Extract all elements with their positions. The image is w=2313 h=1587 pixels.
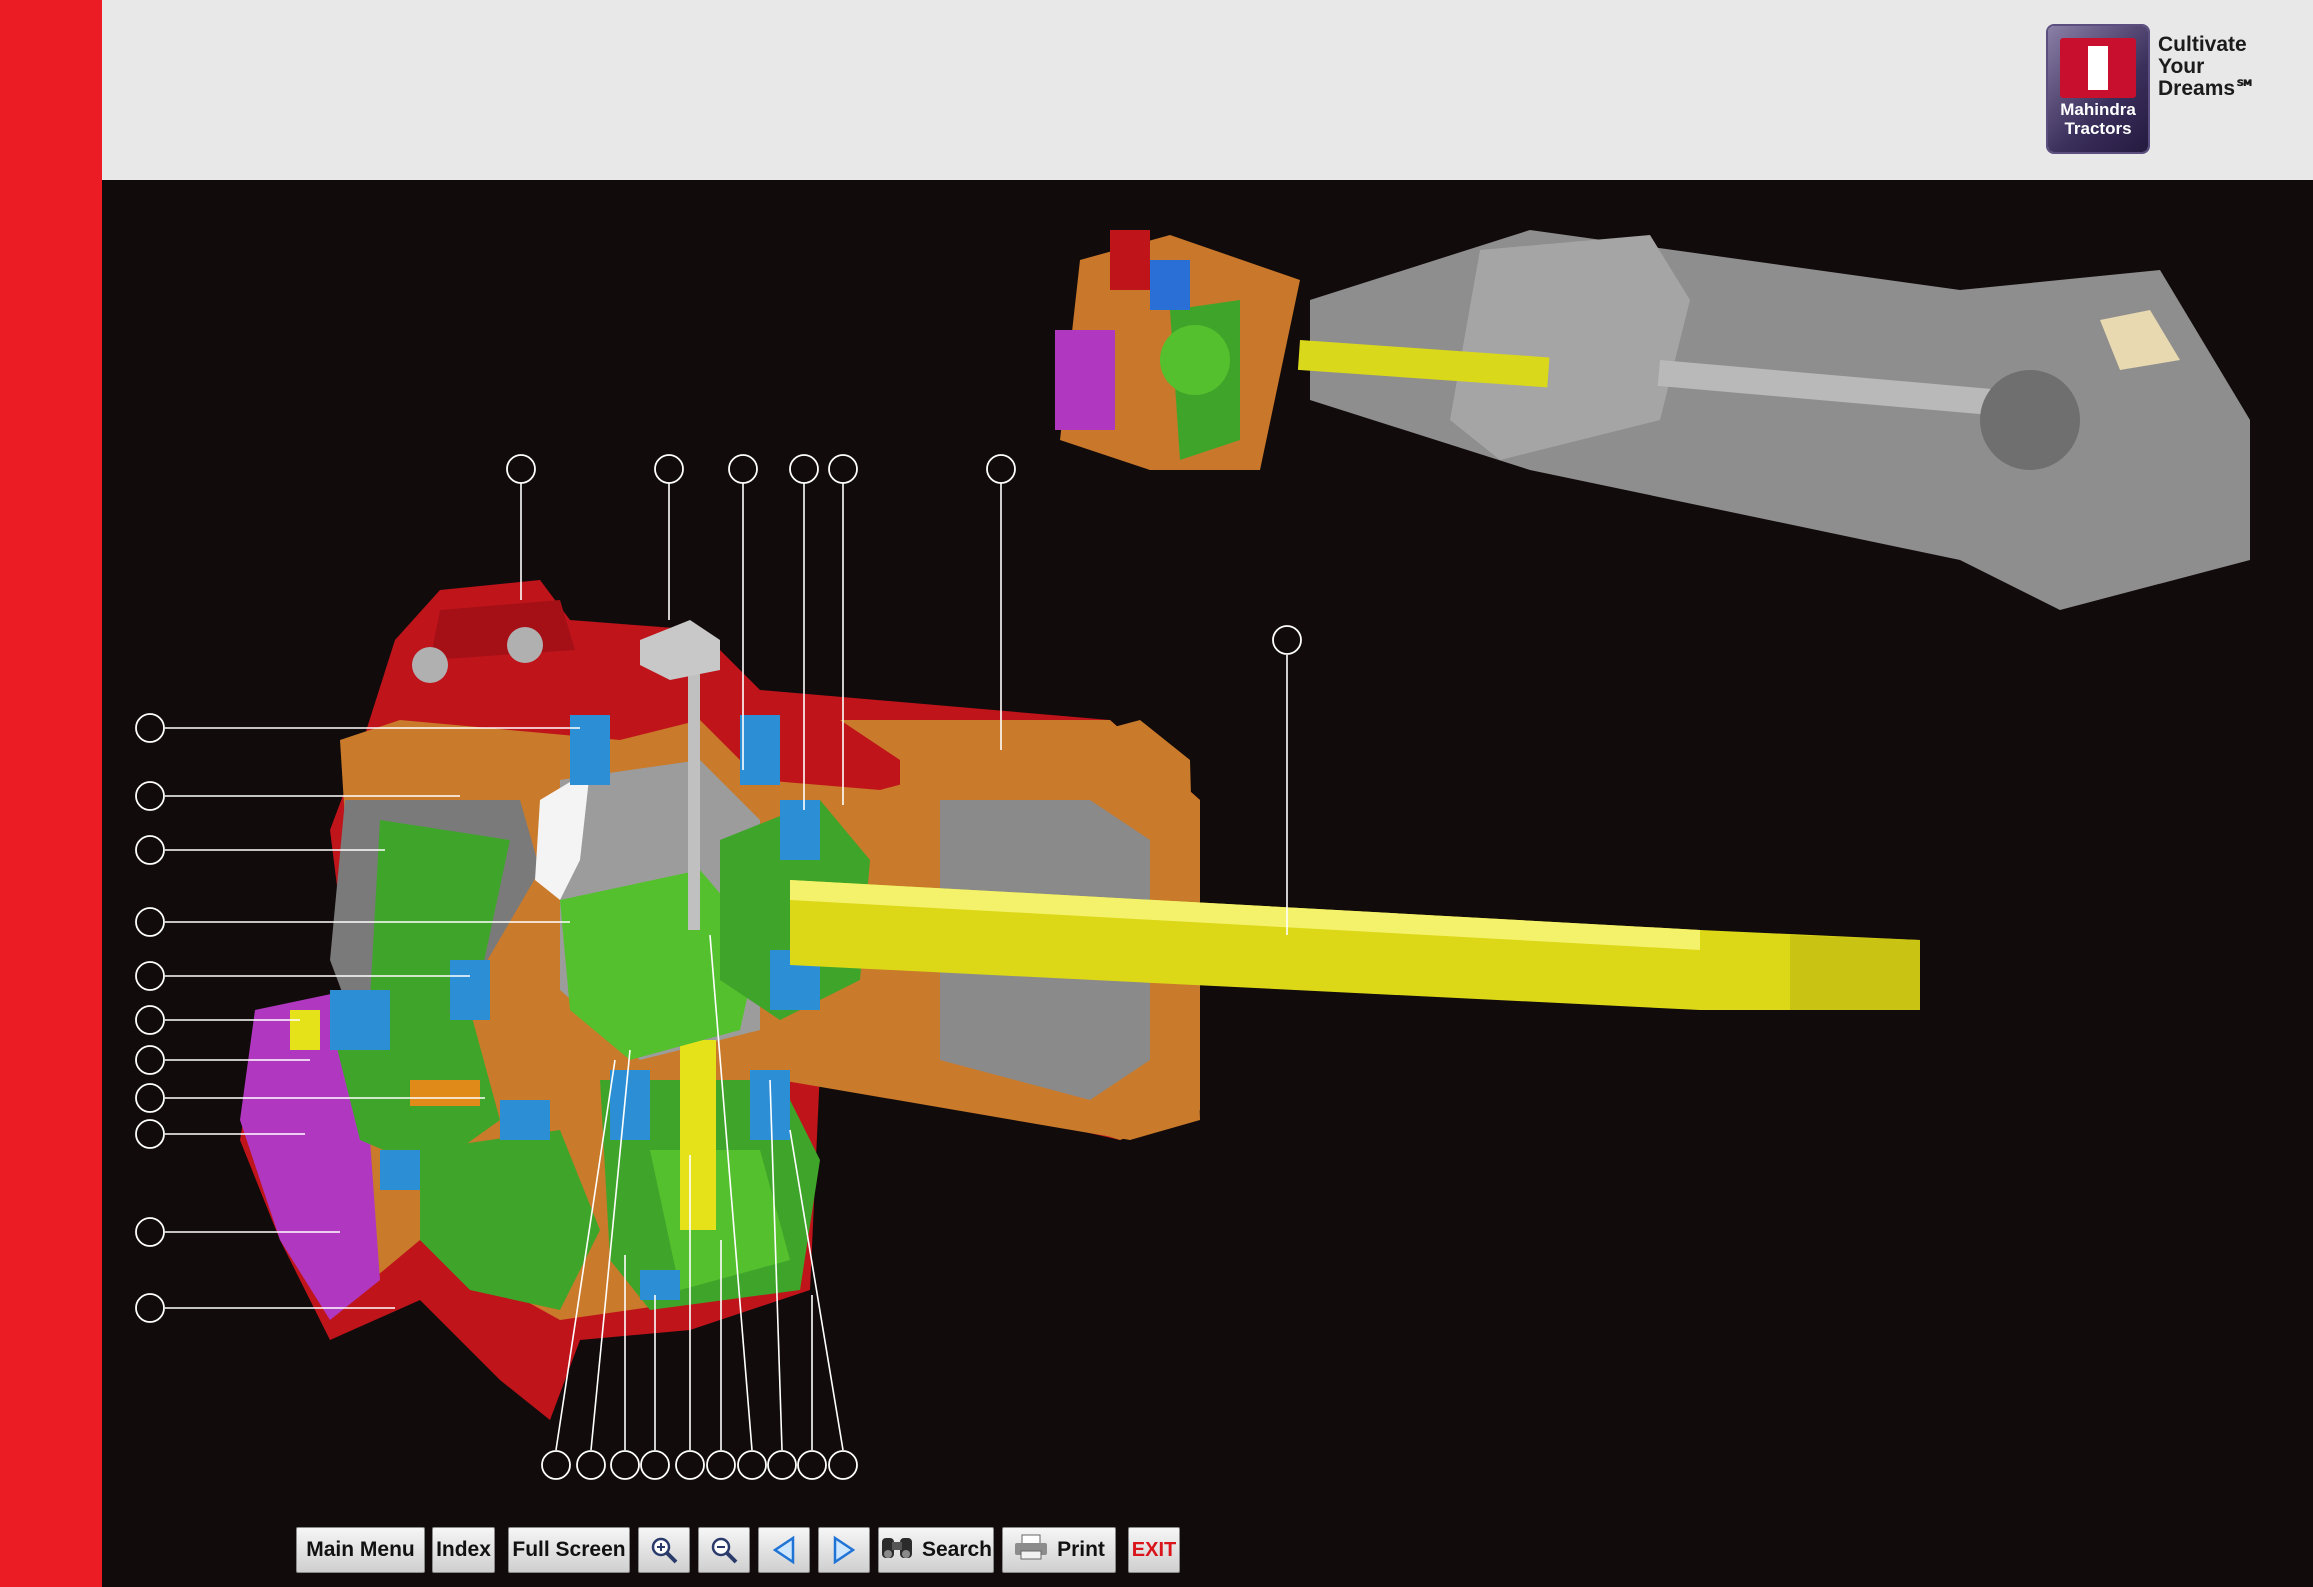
print-label: Print	[1057, 1538, 1105, 1561]
callout-circle	[135, 907, 165, 937]
callout-circle	[675, 1450, 705, 1480]
binoculars-icon	[880, 1534, 914, 1566]
triangle-left-icon	[772, 1535, 795, 1565]
callout-circle	[986, 454, 1016, 484]
callout-circle	[767, 1450, 797, 1480]
callout-circle	[506, 454, 536, 484]
callout-circle	[610, 1450, 640, 1480]
next-page-button[interactable]	[818, 1527, 870, 1573]
magnifier-minus-icon	[711, 1537, 738, 1564]
full-screen-button[interactable]: Full Screen	[508, 1527, 630, 1573]
callout-circle	[737, 1450, 767, 1480]
callout-circle	[728, 454, 758, 484]
callout-circle	[640, 1450, 670, 1480]
callout-circle	[135, 835, 165, 865]
callout-circle	[654, 454, 684, 484]
callout-circle	[576, 1450, 606, 1480]
search-button[interactable]: Search	[878, 1527, 994, 1573]
callout-circle	[541, 1450, 571, 1480]
zoom-in-button[interactable]	[638, 1527, 690, 1573]
print-button[interactable]: Print	[1002, 1527, 1116, 1573]
cutaway-housing	[240, 580, 1200, 1420]
callout-circle	[135, 781, 165, 811]
callout-circle	[135, 1293, 165, 1323]
triangle-right-icon	[833, 1535, 856, 1565]
callout-circle	[135, 713, 165, 743]
callout-circle	[797, 1450, 827, 1480]
callout-circle	[135, 961, 165, 991]
callout-circle	[135, 1083, 165, 1113]
zoom-out-button[interactable]	[698, 1527, 750, 1573]
magnifier-plus-icon	[651, 1537, 678, 1564]
axle-overview-illustration	[1055, 230, 2250, 610]
exit-button[interactable]: EXIT	[1128, 1527, 1180, 1573]
callout-circle	[1272, 625, 1302, 655]
index-button[interactable]: Index	[432, 1527, 495, 1573]
previous-page-button[interactable]	[758, 1527, 810, 1573]
front-axle-cutaway-diagram	[135, 230, 2250, 1480]
callout-circle	[828, 1450, 858, 1480]
callout-circle	[135, 1005, 165, 1035]
callout-circle	[828, 454, 858, 484]
printer-icon	[1013, 1533, 1049, 1567]
callout-circle	[135, 1045, 165, 1075]
callout-circle	[706, 1450, 736, 1480]
main-menu-button[interactable]: Main Menu	[296, 1527, 425, 1573]
callout-circle	[135, 1119, 165, 1149]
callout-circle	[789, 454, 819, 484]
search-label: Search	[921, 1538, 993, 1561]
callout-circle	[135, 1217, 165, 1247]
